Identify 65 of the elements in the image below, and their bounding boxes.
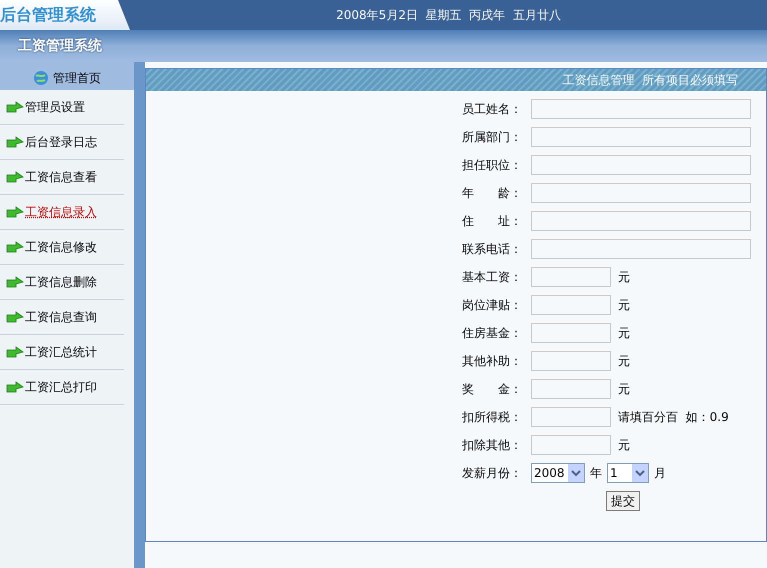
field-label: 扣除其他： [461, 437, 523, 454]
unit-text: 元 [617, 381, 630, 398]
input-field[interactable] [531, 407, 611, 427]
globe-icon [33, 70, 49, 86]
panel-title: 工资信息管理 所有项目必须填写 [562, 72, 738, 89]
arrow-icon [6, 136, 24, 148]
input-field[interactable] [531, 155, 751, 175]
input-field[interactable] [531, 295, 611, 315]
arrow-icon [6, 101, 24, 113]
submit-button[interactable]: 提交 [606, 491, 640, 511]
field-label: 住房基金： [461, 325, 523, 342]
arrow-icon [6, 381, 24, 393]
unit-text: 元 [617, 353, 630, 370]
field-label: 联系电话： [461, 241, 523, 258]
input-field[interactable] [531, 99, 751, 119]
unit-text: 年 [590, 465, 602, 482]
input-field[interactable] [531, 211, 751, 231]
input-field[interactable] [531, 379, 611, 399]
unit-text: 元 [617, 269, 630, 286]
dropdown[interactable]: 1 [607, 463, 649, 483]
dropdown[interactable]: 2008 [531, 463, 585, 483]
arrow-icon [6, 346, 24, 358]
home-link[interactable]: 管理首页 [53, 69, 101, 87]
arrow-icon [6, 276, 24, 288]
field-label: 员工姓名： [461, 101, 523, 118]
field-label: 扣所得税： [461, 409, 523, 426]
menu-item[interactable]: 工资汇总打印 [25, 378, 97, 396]
menu-item[interactable]: 工资信息查询 [25, 308, 97, 326]
input-field[interactable] [531, 239, 751, 259]
field-label: 年 龄： [461, 185, 523, 202]
input-field[interactable] [531, 435, 611, 455]
field-label: 其他补助： [461, 353, 523, 370]
date-text: 2008年5月2日 星期五 丙戌年 五月廿八 [335, 7, 562, 24]
chevron-down-icon [632, 464, 648, 482]
menu-item[interactable]: 工资信息删除 [25, 273, 97, 291]
field-label: 岗位津贴： [461, 297, 523, 314]
logo: 后台管理系统 [0, 0, 130, 30]
menu-item[interactable]: 工资汇总统计 [25, 343, 97, 361]
field-label: 发薪月份： [461, 465, 523, 482]
unit-text: 请填百分百 如：0.9 [617, 409, 729, 426]
input-field[interactable] [531, 323, 611, 343]
unit-text: 元 [617, 297, 630, 314]
menu-item[interactable]: 管理员设置 [25, 98, 85, 116]
arrow-icon [6, 206, 24, 218]
menu-item[interactable]: 后台登录日志 [25, 133, 97, 151]
system-title: 工资管理系统 [18, 36, 102, 56]
field-label: 基本工资： [461, 269, 523, 286]
input-field[interactable] [531, 267, 611, 287]
chevron-down-icon [568, 464, 584, 482]
unit-text: 元 [617, 437, 630, 454]
input-field[interactable] [531, 127, 751, 147]
input-field[interactable] [531, 351, 611, 371]
menu-item[interactable]: 工资信息修改 [25, 238, 97, 256]
arrow-icon [6, 311, 24, 323]
menu-item[interactable]: 工资信息查看 [25, 168, 97, 186]
arrow-icon [6, 241, 24, 253]
field-label: 所属部门： [461, 129, 523, 146]
field-label: 奖 金： [461, 381, 523, 398]
unit-text: 元 [617, 325, 630, 342]
field-label: 住 址： [461, 213, 523, 230]
input-field[interactable] [531, 183, 751, 203]
field-label: 担任职位： [461, 157, 523, 174]
arrow-icon [6, 171, 24, 183]
menu-item[interactable]: 工资信息录入 [25, 203, 97, 221]
unit-text: 月 [654, 465, 666, 482]
